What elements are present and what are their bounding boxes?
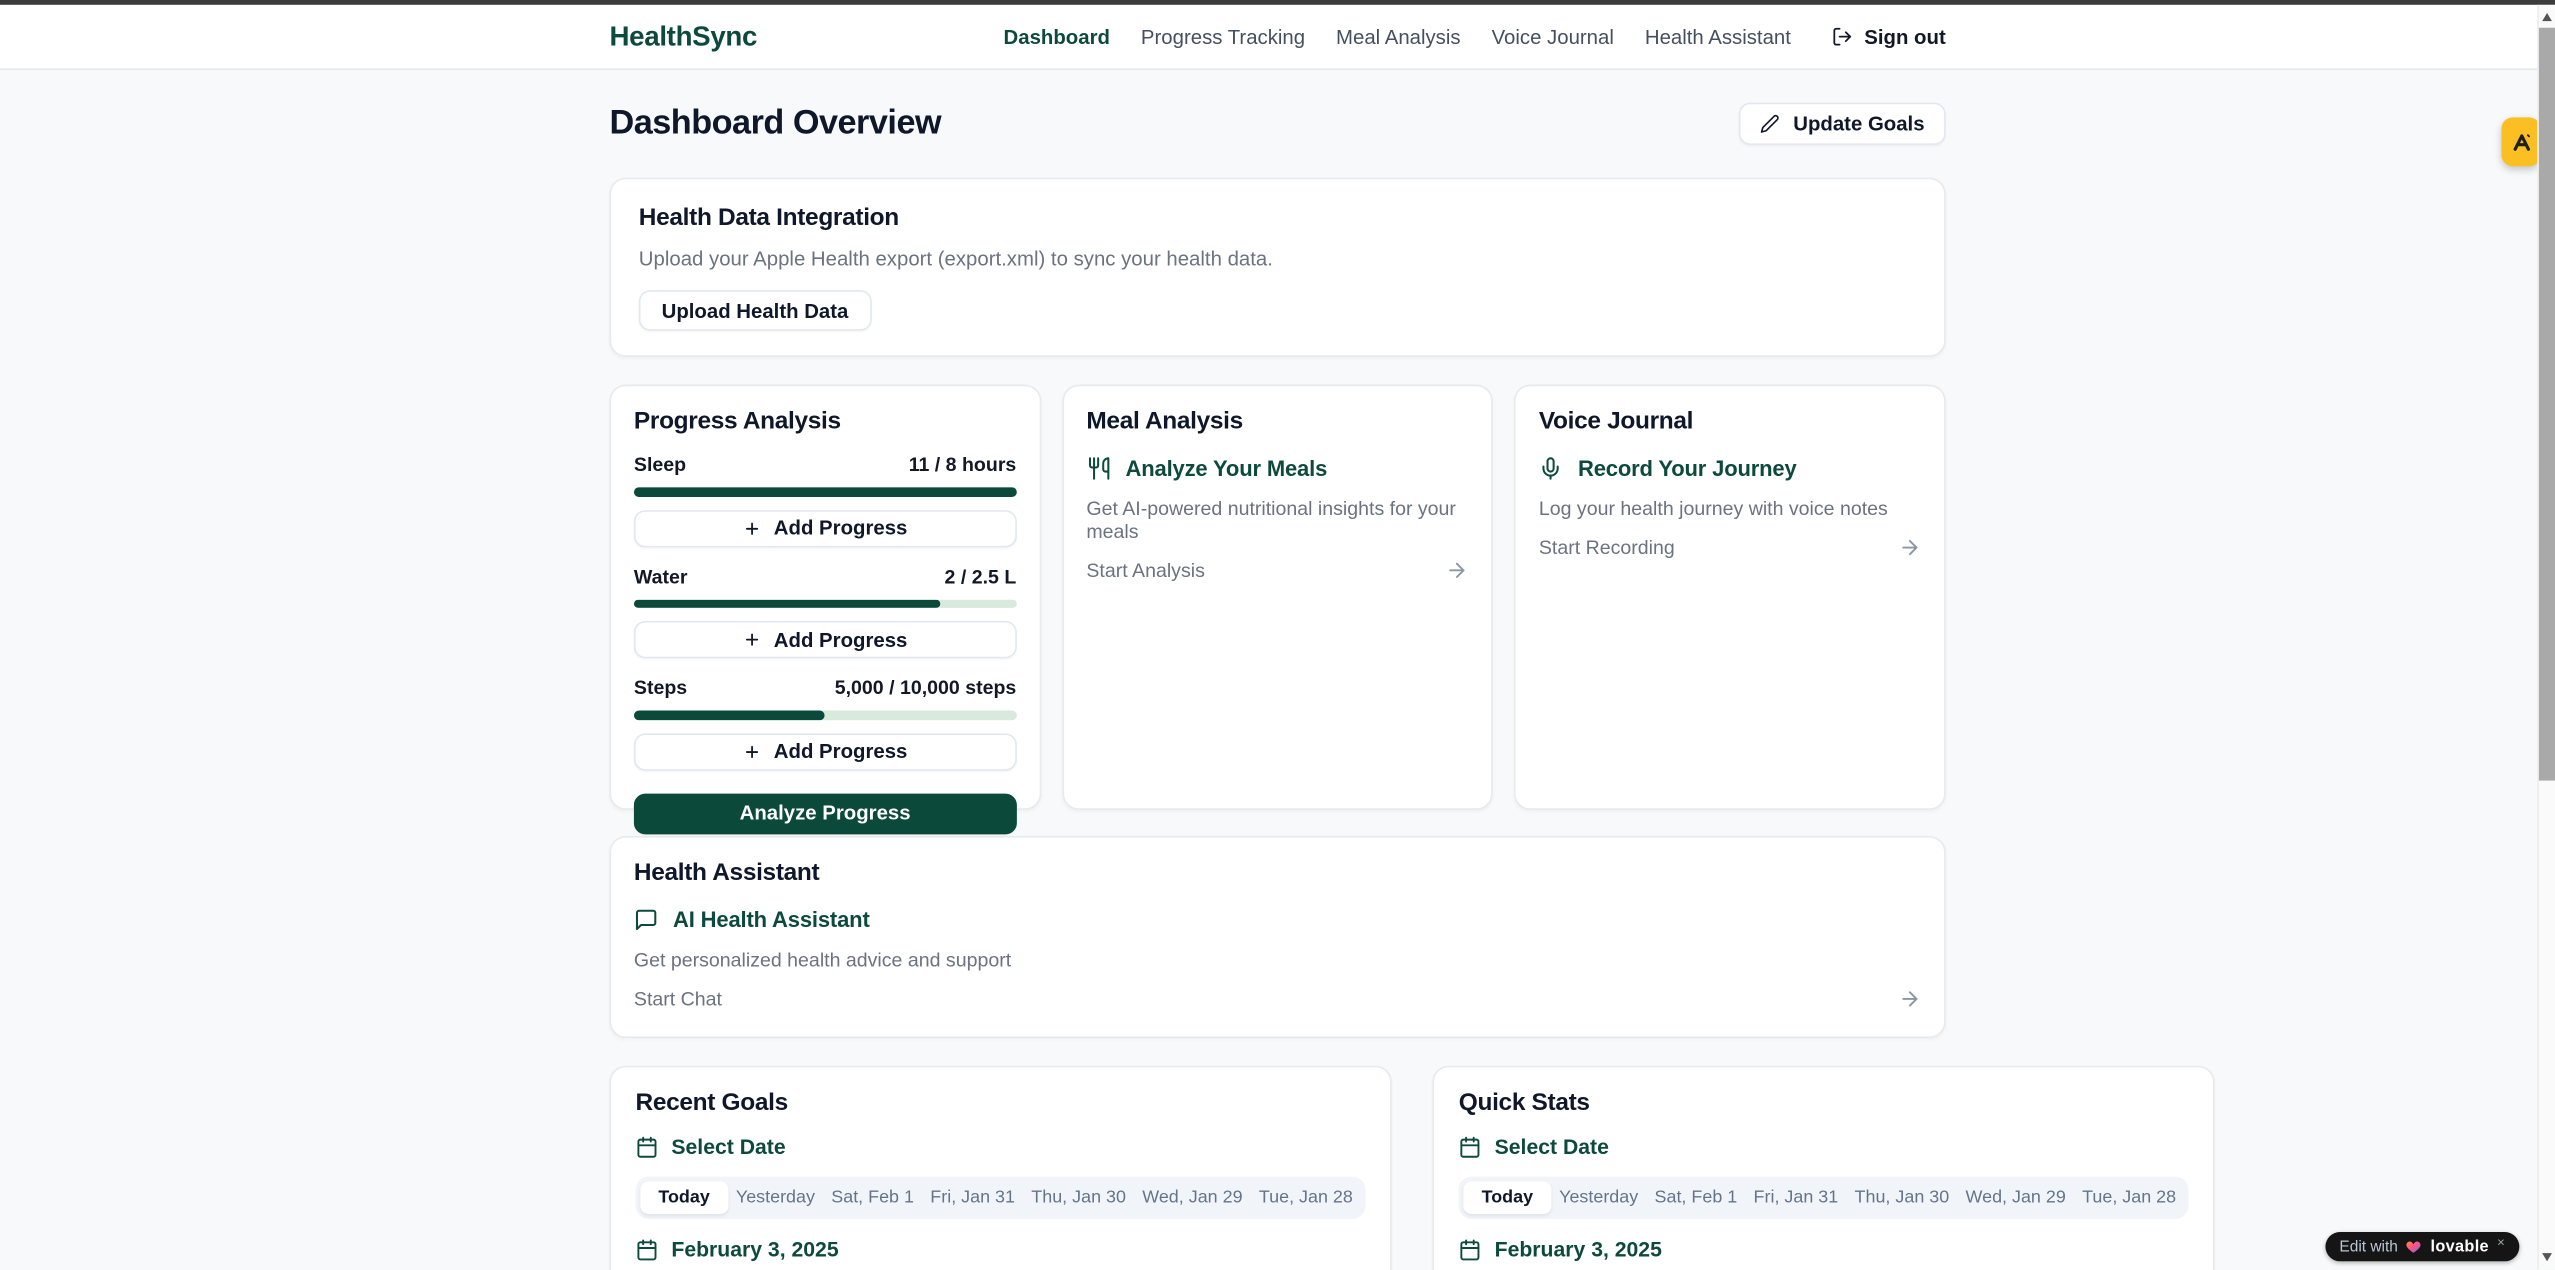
vertical-scrollbar: [2537, 5, 2555, 1270]
sleep-metric: Sleep 11 / 8 hours Add Progress: [634, 453, 1016, 547]
tab-fri-jan-31[interactable]: Fri, Jan 31: [1745, 1181, 1846, 1214]
water-label: Water: [634, 565, 688, 588]
quick-stats-select-date-button[interactable]: Select Date: [1459, 1134, 2189, 1158]
progress-analysis-card: Progress Analysis Sleep 11 / 8 hours Add…: [609, 385, 1040, 810]
calendar-icon: [636, 1238, 659, 1261]
update-goals-button[interactable]: Update Goals: [1739, 103, 1945, 145]
app-logo[interactable]: HealthSync: [609, 20, 757, 53]
sleep-progress-bar: [634, 487, 1016, 496]
calendar-icon: [1459, 1135, 1482, 1158]
tab-wed-jan-29[interactable]: Wed, Jan 29: [1957, 1181, 2074, 1214]
meal-analysis-card: Meal Analysis Analyze Your Meals Get AI-…: [1062, 385, 1493, 810]
add-sleep-progress-button[interactable]: Add Progress: [634, 509, 1016, 546]
quick-stats-current-date: February 3, 2025: [1459, 1237, 2189, 1261]
tab-tue-jan-28[interactable]: Tue, Jan 28: [1251, 1181, 1361, 1214]
start-chat-link[interactable]: Start Chat: [634, 988, 1921, 1011]
progress-analysis-title: Progress Analysis: [634, 407, 1016, 435]
chat-bubble-icon: [634, 908, 658, 932]
tab-yesterday[interactable]: Yesterday: [1551, 1181, 1646, 1214]
water-metric: Water 2 / 2.5 L Add Progress: [634, 565, 1016, 659]
lovable-logo-icon: [2510, 131, 2531, 152]
nav-item-dashboard[interactable]: Dashboard: [1004, 25, 1110, 48]
water-value: 2 / 2.5 L: [945, 565, 1017, 588]
tab-sat-feb-1[interactable]: Sat, Feb 1: [823, 1181, 922, 1214]
voice-journal-card: Voice Journal Record Your Journey Log yo…: [1514, 385, 1945, 810]
tab-yesterday[interactable]: Yesterday: [728, 1181, 823, 1214]
recent-goals-title: Recent Goals: [636, 1089, 1366, 1117]
analyze-progress-button[interactable]: Analyze Progress: [634, 793, 1016, 834]
edit-with-lovable-badge[interactable]: Edit with lovable ×: [2325, 1232, 2520, 1261]
app-viewport: HealthSync Dashboard Progress Tracking M…: [0, 0, 2555, 1270]
upload-health-data-button[interactable]: Upload Health Data: [639, 290, 871, 331]
voice-journal-title: Voice Journal: [1539, 407, 1921, 435]
scrollbar-thumb[interactable]: [2539, 28, 2555, 781]
arrow-right-icon: [1898, 988, 1921, 1011]
tab-today[interactable]: Today: [1464, 1181, 1551, 1214]
plus-icon: [743, 519, 761, 537]
lovable-launcher-tab[interactable]: [2501, 117, 2540, 166]
microphone-icon: [1539, 456, 1563, 480]
meal-analysis-title: Meal Analysis: [1086, 407, 1468, 435]
steps-progress-bar: [634, 711, 1016, 720]
arrow-right-icon: [1446, 559, 1469, 582]
page-title: Dashboard Overview: [609, 104, 941, 143]
recent-goals-date-tabs: Today Yesterday Sat, Feb 1 Fri, Jan 31 T…: [636, 1177, 1366, 1219]
tab-wed-jan-29[interactable]: Wed, Jan 29: [1134, 1181, 1251, 1214]
tab-sat-feb-1[interactable]: Sat, Feb 1: [1646, 1181, 1745, 1214]
nav-item-progress-tracking[interactable]: Progress Tracking: [1141, 25, 1305, 48]
health-data-integration-card: Health Data Integration Upload your Appl…: [609, 178, 1945, 357]
quick-stats-card: Quick Stats Select Date Today Yesterday …: [1433, 1066, 2216, 1270]
tab-tue-jan-28[interactable]: Tue, Jan 28: [2074, 1181, 2184, 1214]
recent-goals-current-date: February 3, 2025: [636, 1237, 1366, 1261]
tab-thu-jan-30[interactable]: Thu, Jan 30: [1846, 1181, 1957, 1214]
heart-icon: [2406, 1238, 2422, 1254]
recent-goals-select-date-button[interactable]: Select Date: [636, 1134, 1366, 1158]
tab-fri-jan-31[interactable]: Fri, Jan 31: [922, 1181, 1023, 1214]
quick-stats-date-tabs: Today Yesterday Sat, Feb 1 Fri, Jan 31 T…: [1459, 1177, 2189, 1219]
water-progress-bar: [634, 599, 1016, 608]
sleep-label: Sleep: [634, 453, 686, 476]
calendar-icon: [1459, 1238, 1482, 1261]
health-data-title: Health Data Integration: [639, 204, 1917, 232]
start-analysis-link[interactable]: Start Analysis: [1086, 559, 1468, 582]
nav-item-meal-analysis[interactable]: Meal Analysis: [1336, 25, 1461, 48]
health-assistant-card: Health Assistant AI Health Assistant Get…: [609, 836, 1945, 1038]
tab-thu-jan-30[interactable]: Thu, Jan 30: [1023, 1181, 1134, 1214]
steps-value: 5,000 / 10,000 steps: [835, 676, 1017, 699]
plus-icon: [743, 631, 761, 649]
sign-out-button[interactable]: Sign out: [1832, 25, 1946, 48]
recent-goals-card: Recent Goals Select Date Today Yesterday…: [609, 1066, 1392, 1270]
arrow-right-icon: [1898, 536, 1921, 559]
ai-health-assistant-link[interactable]: AI Health Assistant: [634, 908, 1921, 932]
meal-analysis-description: Get AI-powered nutritional insights for …: [1086, 497, 1468, 543]
plus-icon: [743, 742, 761, 760]
tab-today[interactable]: Today: [640, 1181, 727, 1214]
voice-journal-description: Log your health journey with voice notes: [1539, 497, 1921, 520]
analyze-your-meals-link[interactable]: Analyze Your Meals: [1086, 456, 1468, 480]
utensils-icon: [1086, 456, 1110, 480]
pencil-icon: [1761, 114, 1781, 134]
steps-metric: Steps 5,000 / 10,000 steps Add Progress: [634, 676, 1016, 770]
start-recording-link[interactable]: Start Recording: [1539, 536, 1921, 559]
close-icon[interactable]: ×: [2497, 1235, 2505, 1250]
health-assistant-description: Get personalized health advice and suppo…: [634, 948, 1921, 971]
health-assistant-title: Health Assistant: [634, 859, 1921, 887]
steps-label: Steps: [634, 676, 687, 699]
logout-icon: [1832, 26, 1853, 47]
health-data-description: Upload your Apple Health export (export.…: [639, 248, 1917, 271]
main-content: Dashboard Overview Update Goals Health D…: [609, 70, 1945, 1270]
nav-item-voice-journal[interactable]: Voice Journal: [1492, 25, 1614, 48]
quick-stats-title: Quick Stats: [1459, 1089, 2189, 1117]
sleep-value: 11 / 8 hours: [909, 453, 1017, 476]
record-your-journey-link[interactable]: Record Your Journey: [1539, 456, 1921, 480]
main-nav: Dashboard Progress Tracking Meal Analysi…: [1004, 25, 1946, 48]
add-water-progress-button[interactable]: Add Progress: [634, 621, 1016, 658]
nav-item-health-assistant[interactable]: Health Assistant: [1645, 25, 1791, 48]
add-steps-progress-button[interactable]: Add Progress: [634, 733, 1016, 770]
calendar-icon: [636, 1135, 659, 1158]
app-header: HealthSync Dashboard Progress Tracking M…: [0, 5, 2555, 70]
scrollbar-up-arrow[interactable]: [2542, 13, 2552, 21]
scrollbar-down-arrow[interactable]: [2542, 1253, 2552, 1261]
